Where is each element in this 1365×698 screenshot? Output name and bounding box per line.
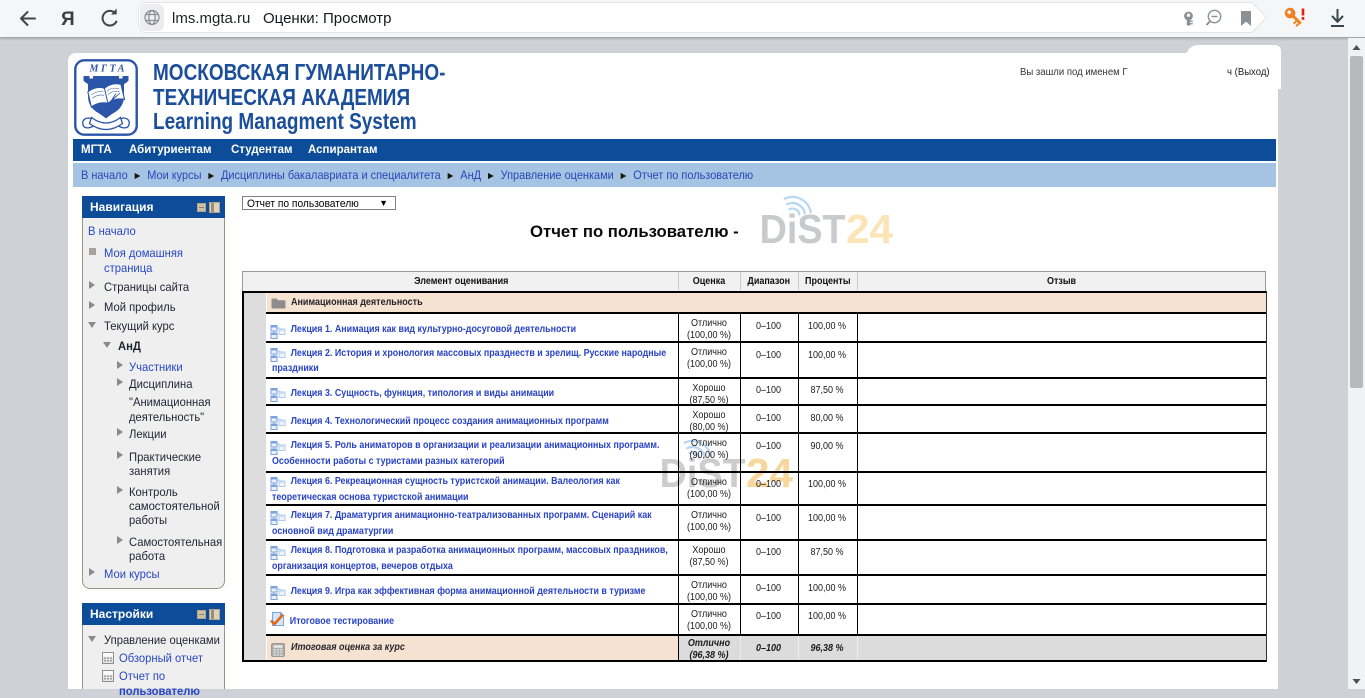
svg-text:DiST: DiST	[760, 206, 846, 249]
svg-text:МГТА: МГТА	[89, 64, 127, 75]
svg-text:Я: Я	[61, 9, 75, 30]
svg-text:24: 24	[846, 206, 893, 249]
